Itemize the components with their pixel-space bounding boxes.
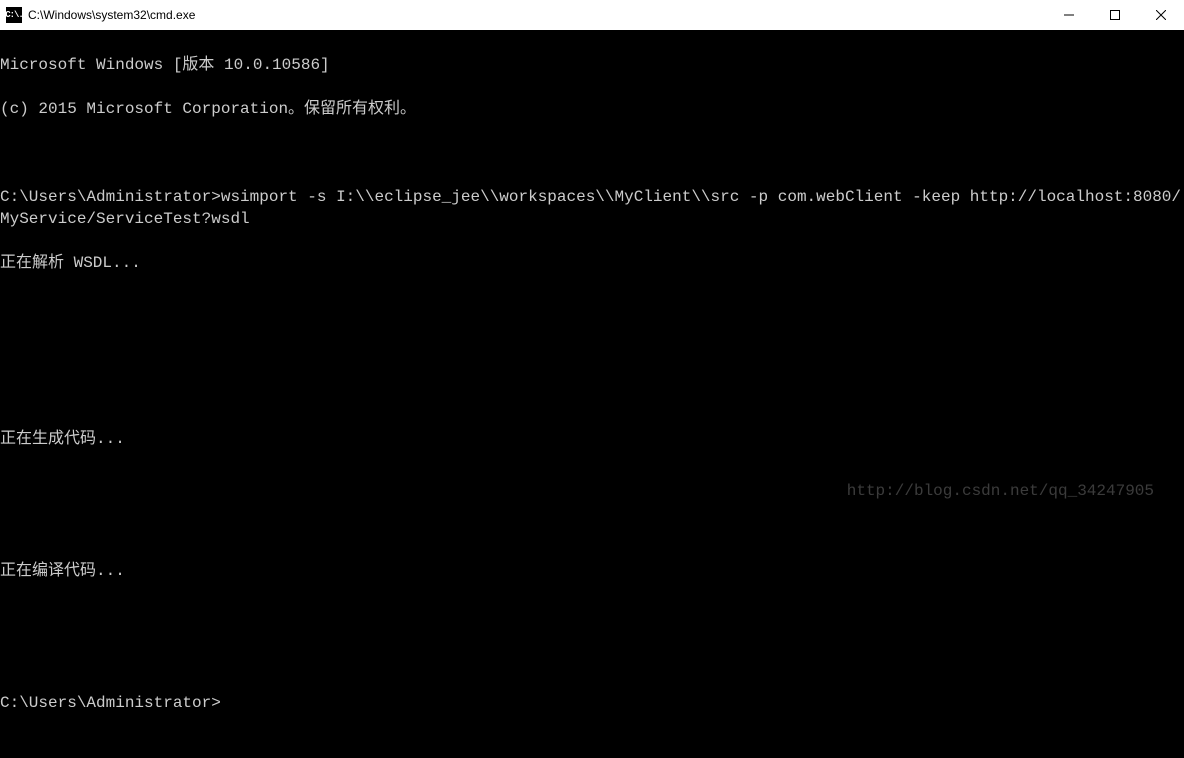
blank (0, 604, 1184, 626)
window-controls (1046, 0, 1184, 30)
command-line: C:\Users\Administrator>wsimport -s I:\\e… (0, 186, 1184, 230)
maximize-icon (1110, 10, 1120, 20)
blank (0, 142, 1184, 164)
minimize-button[interactable] (1046, 0, 1092, 30)
blank (0, 472, 1184, 494)
version-line: Microsoft Windows [版本 10.0.10586] (0, 54, 1184, 76)
status-generating: 正在生成代码... (0, 428, 1184, 450)
status-parsing: 正在解析 WSDL... (0, 252, 1184, 274)
status-compiling: 正在编译代码... (0, 560, 1184, 582)
close-icon (1156, 10, 1166, 20)
titlebar: C:\. C:\Windows\system32\cmd.exe (0, 0, 1184, 30)
close-button[interactable] (1138, 0, 1184, 30)
blank (0, 516, 1184, 538)
blank (0, 648, 1184, 670)
blank (0, 384, 1184, 406)
maximize-button[interactable] (1092, 0, 1138, 30)
cmd-icon: C:\. (6, 7, 22, 23)
terminal-output[interactable]: Microsoft Windows [版本 10.0.10586] (c) 20… (0, 30, 1184, 512)
copyright-line: (c) 2015 Microsoft Corporation。保留所有权利。 (0, 98, 1184, 120)
prompt-line: C:\Users\Administrator> (0, 692, 1184, 714)
blank (0, 296, 1184, 318)
blank (0, 340, 1184, 362)
prompt: C:\Users\Administrator> (0, 188, 221, 206)
minimize-icon (1064, 10, 1074, 20)
window-title: C:\Windows\system32\cmd.exe (28, 8, 195, 22)
